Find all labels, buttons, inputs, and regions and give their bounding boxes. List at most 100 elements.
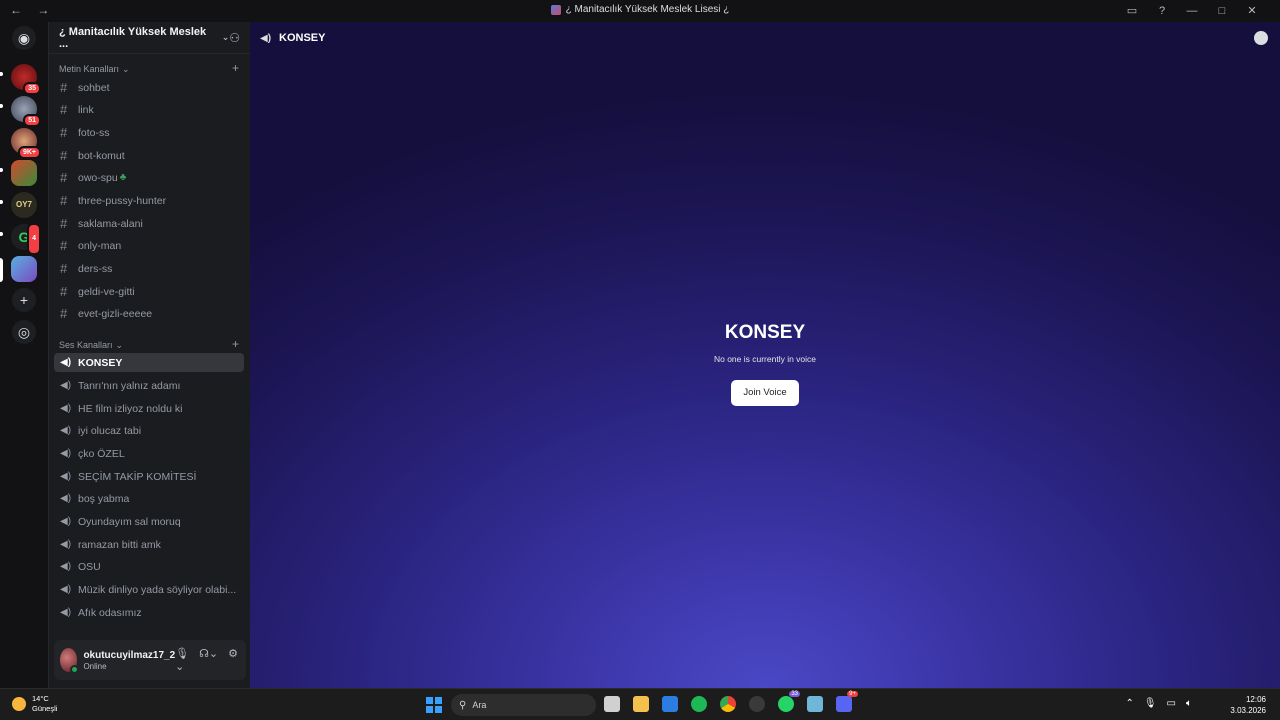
channel-owo-spu[interactable]: # owo-spu ♣ — [54, 168, 244, 187]
help-icon[interactable]: ? — [1154, 3, 1170, 19]
start-button[interactable] — [426, 697, 442, 713]
voice-channel-konsey[interactable]: ◀) KONSEY — [54, 353, 244, 372]
window-title: ¿ Manitacılık Yüksek Meslek Lisesi ¿ — [0, 4, 1280, 15]
user-panel: okutucuyilmaz17_2 Online 🎙︎⌄ ☊⌄ ⚙ — [54, 640, 246, 680]
steam-icon[interactable] — [749, 696, 765, 712]
user-status: Online — [83, 661, 107, 671]
channel-label: OSU — [78, 560, 101, 573]
channel-evet-gizli-eeeee[interactable]: # evet-gizli-eeeee — [54, 304, 244, 323]
channel-label: owo-spu — [78, 171, 118, 184]
voice-category[interactable]: Ses Kanalları ⌄ + — [59, 338, 239, 351]
channel-label: çko ÖZEL — [78, 447, 125, 460]
add-channel-icon[interactable]: + — [232, 338, 239, 351]
channel-label: only-man — [78, 239, 122, 252]
add-server-icon[interactable]: + — [12, 288, 36, 312]
voice-channel[interactable]: ◀) Tanrı'nın yalnız adamı — [54, 376, 244, 395]
clover-emoji-icon: ♣ — [119, 172, 127, 183]
hash-icon: # — [60, 238, 68, 253]
avatar[interactable] — [60, 648, 80, 674]
join-voice-button[interactable]: Join Voice — [731, 380, 799, 406]
hash-icon: # — [60, 193, 68, 208]
microphone-icon[interactable]: 🎙︎⌄ — [175, 647, 189, 673]
maximize-button[interactable]: □ — [1214, 3, 1230, 19]
channel-geldi-ve-gitti[interactable]: # geldi-ve-gitti — [54, 282, 244, 301]
channel-label: link — [78, 103, 94, 116]
server-icon-4[interactable] — [11, 160, 37, 186]
voice-channel[interactable]: ◀) boş yabma — [54, 489, 244, 508]
channel-label: foto-ss — [78, 126, 110, 139]
voice-channel[interactable]: ◀) Oyundayım sal moruq — [54, 512, 244, 531]
channel-bot-komut[interactable]: # bot-komut — [54, 146, 244, 165]
voice-subtitle: No one is currently in voice — [713, 354, 817, 364]
category-label: Ses Kanalları — [59, 340, 113, 350]
speaker-icon: ◀) — [60, 380, 72, 391]
display-icon[interactable]: ▭ — [1167, 698, 1176, 709]
invite-people-icon[interactable]: ⚇ — [229, 31, 240, 45]
channel-label: HE film izliyoz noldu ki — [78, 402, 183, 415]
channel-label: evet-gizli-eeeee — [78, 307, 153, 320]
task-view-icon[interactable] — [604, 696, 620, 712]
add-channel-icon[interactable]: + — [232, 62, 239, 75]
inbox-icon[interactable]: ▭ — [1124, 3, 1140, 19]
chat-bubble-icon[interactable] — [1254, 31, 1268, 45]
headphones-icon[interactable]: ☊⌄ — [199, 647, 218, 673]
chevron-down-icon: ⌄ — [221, 32, 230, 42]
discord-home-icon[interactable]: ◉ — [12, 26, 36, 50]
discord-taskbar-icon[interactable]: 9+ — [836, 691, 858, 712]
spotify-icon[interactable] — [691, 696, 707, 712]
voice-channel[interactable]: ◀) ramazan bitti amk — [54, 535, 244, 554]
channel-link[interactable]: # link — [54, 100, 244, 119]
system-tray: ⌃ 🎙︎ ▭ 🔈︎ — [1125, 698, 1192, 709]
channel-saklama-alani[interactable]: # saklama-alani — [54, 214, 244, 233]
voice-channel[interactable]: ◀) Afık odasımız — [54, 603, 244, 622]
speaker-icon: ◀) — [60, 584, 72, 595]
file-explorer-icon[interactable] — [633, 696, 649, 712]
channel-foto-ss[interactable]: # foto-ss — [54, 123, 244, 142]
server-icon-5[interactable]: OY7 — [11, 192, 37, 218]
microphone-tray-icon[interactable]: 🎙︎ — [1144, 698, 1157, 709]
explore-icon[interactable]: ◎ — [12, 320, 36, 344]
app-icon[interactable] — [807, 696, 823, 712]
channel-label: Tanrı'nın yalnız adamı — [78, 379, 181, 392]
store-icon[interactable] — [662, 696, 678, 712]
server-icon-6[interactable]: G 4 — [11, 223, 41, 255]
search-placeholder: Ara — [472, 700, 487, 710]
text-category[interactable]: Metin Kanalları ⌄ + — [59, 62, 239, 75]
channel-three-pussy-hunter[interactable]: # three-pussy-hunter — [54, 191, 244, 210]
minimize-button[interactable]: — — [1184, 3, 1200, 19]
server-icon-1[interactable]: 35 — [11, 64, 41, 95]
chrome-icon[interactable] — [720, 696, 736, 712]
channel-ders-ss[interactable]: # ders-ss — [54, 259, 244, 278]
unread-badge: 51 — [23, 114, 41, 127]
volume-icon[interactable]: 🔈︎ — [1186, 698, 1192, 709]
voice-channel[interactable]: ◀) OSU — [54, 557, 244, 576]
voice-channel[interactable]: ◀) iyi olucaz tabi — [54, 421, 244, 440]
guild-header[interactable]: ¿ Manitacılık Yüksek Meslek ... ⌄ ⚇ — [49, 22, 250, 54]
channel-label: Müzik dinliyo yada söyliyor olabi... — [78, 583, 237, 596]
hash-icon: # — [60, 216, 68, 231]
username[interactable]: okutucuyilmaz17_2 — [83, 650, 175, 661]
server-icon-3[interactable]: 9K+ — [11, 128, 41, 159]
clock[interactable]: 12:06 3.03.2026 — [1230, 694, 1266, 716]
channel-sohbet[interactable]: # sohbet — [54, 78, 244, 97]
voice-channel[interactable]: ◀) Müzik dinliyo yada söyliyor olabi... — [54, 580, 244, 599]
date: 3.03.2026 — [1230, 706, 1266, 715]
whatsapp-icon[interactable]: 33 — [778, 691, 800, 712]
chevron-up-icon[interactable]: ⌃ — [1125, 698, 1133, 709]
weather-widget[interactable]: 14°C Güneşli — [12, 694, 57, 714]
voice-channel[interactable]: ◀) HE film izliyoz noldu ki — [54, 399, 244, 418]
server-icon-current[interactable] — [11, 256, 37, 282]
channel-label: boş yabma — [78, 492, 130, 505]
voice-channel[interactable]: ◀) SEÇİM TAKİP KOMİTESİ — [54, 467, 244, 486]
channel-label: Afık odasımız — [78, 606, 142, 619]
voice-channel[interactable]: ◀) çko ÖZEL — [54, 444, 244, 463]
gear-icon[interactable]: ⚙ — [228, 647, 238, 673]
speaker-icon: ◀) — [60, 471, 72, 482]
server-icon-2[interactable]: 51 — [11, 96, 41, 127]
close-button[interactable]: ✕ — [1244, 3, 1260, 19]
taskbar-search[interactable]: ⚲ Ara — [451, 694, 596, 716]
hash-icon: # — [60, 306, 68, 321]
channel-only-man[interactable]: # only-man — [54, 236, 244, 255]
speaker-icon: ◀) — [60, 516, 72, 527]
channel-label: SEÇİM TAKİP KOMİTESİ — [78, 470, 197, 483]
